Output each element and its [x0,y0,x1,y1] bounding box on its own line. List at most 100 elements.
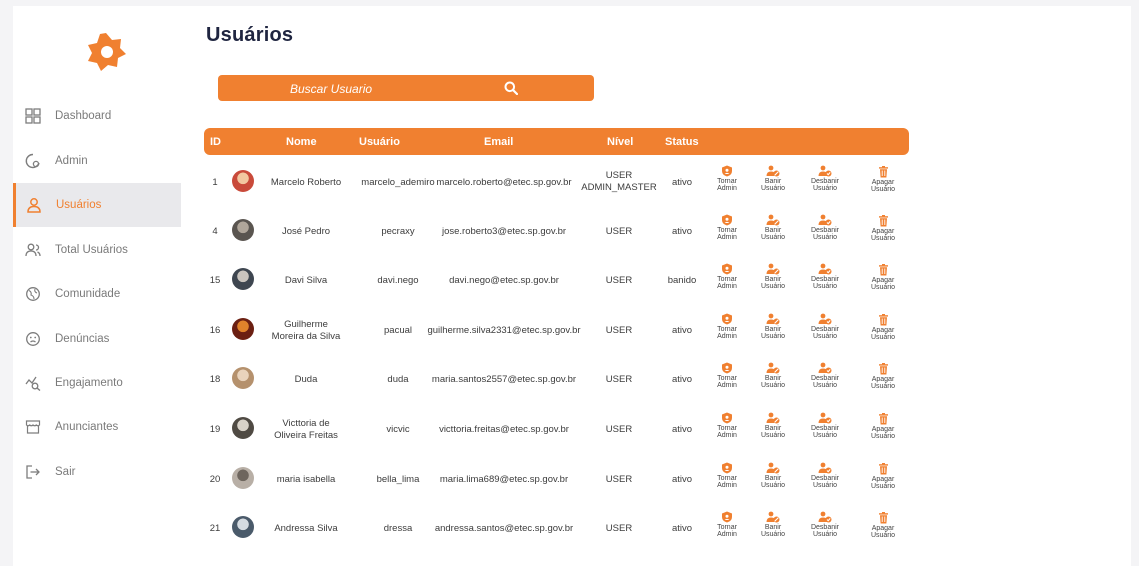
ban-user-button[interactable]: Banir Usuário [753,165,793,193]
logout-icon [25,464,41,480]
delete-user-button[interactable]: Apagar Usuário [863,512,903,540]
action-label: Banir [764,326,782,333]
action-label: Admin [717,531,737,539]
make-admin-icon [707,412,747,424]
action-label: Desbanir [810,524,839,531]
user-icon [26,197,42,213]
make-admin-icon [707,313,747,325]
action-label: Admin [717,432,737,440]
make-admin-icon [707,165,747,177]
sidebar-item-comunidade[interactable]: Comunidade [13,272,181,316]
action-label: Banir [764,475,782,482]
trash-icon [863,166,903,178]
cell-email: andressa.santos@etec.sp.gov.br [434,523,574,534]
make-admin-button[interactable]: Tornar Admin [707,313,747,341]
action-label: Usuário [760,234,786,242]
line: José Pedro [281,226,331,237]
sidebar-item-sair[interactable]: Sair [13,450,181,494]
ban-user-button[interactable]: Banir Usuário [753,362,793,390]
cell-nome: José Pedro [262,226,350,238]
action-label: Usuário [760,382,786,390]
sidebar-item-total-usu-rios[interactable]: Total Usuários [13,228,181,272]
unban-user-button[interactable]: Desbanir Usuário [805,362,845,390]
sidebar-item-engajamento[interactable]: Engajamento [13,361,181,405]
cell-nome: Andressa Silva [262,523,350,535]
delete-user-button[interactable]: Apagar Usuário [863,413,903,441]
action-label: Tornar [717,425,737,432]
ban-user-button[interactable]: Banir Usuário [753,511,793,539]
action-label: Usuário [760,333,786,341]
ban-user-button[interactable]: Banir Usuário [753,214,793,242]
unban-user-button[interactable]: Desbanir Usuário [805,263,845,291]
header-nome: Nome [286,136,317,148]
action-label: Banir [764,227,782,234]
sidebar-item-admin[interactable]: Admin [13,139,181,183]
sidebar-item-label: Denúncias [55,333,110,345]
sidebar-item-label: Admin [55,155,88,167]
sidebar-item-label: Comunidade [55,288,121,300]
cell-nivel: USER [574,424,664,436]
delete-user-button[interactable]: Apagar Usuário [863,264,903,292]
make-admin-button[interactable]: Tornar Admin [707,511,747,539]
cell-status: ativo [671,325,693,336]
ban-user-icon [753,165,793,177]
cell-nivel: USER [574,523,664,535]
unban-user-button[interactable]: Desbanir Usuário [805,511,845,539]
make-admin-button[interactable]: Tornar Admin [707,362,747,390]
make-admin-button[interactable]: Tornar Admin [707,165,747,193]
line: USER [605,325,633,336]
ban-user-button[interactable]: Banir Usuário [753,462,793,490]
cell-id: 1 [212,177,218,188]
action-label: Usuário [870,433,896,441]
ban-user-icon [753,214,793,226]
page-title: Usuários [206,24,294,46]
make-admin-icon [707,214,747,226]
sidebar-item-den-ncias[interactable]: Denúncias [13,317,181,361]
unban-user-button[interactable]: Desbanir Usuário [805,313,845,341]
action-label: Banir [764,276,782,283]
action-label: Apagar [871,476,895,483]
sidebar-item-dashboard[interactable]: Dashboard [13,94,181,138]
unban-user-button[interactable]: Desbanir Usuário [805,462,845,490]
ban-user-button[interactable]: Banir Usuário [753,412,793,440]
action-label: Desbanir [810,375,839,382]
action-label: Tornar [717,524,737,531]
cell-nivel: USER [574,226,664,238]
line: USER [605,374,633,385]
search-input[interactable]: Buscar Usuario [290,82,372,96]
unban-user-button[interactable]: Desbanir Usuário [805,214,845,242]
header-status: Status [665,136,699,148]
action-label: Desbanir [810,227,839,234]
table-row: 4 José Pedro pecraxy jose.roberto3@etec.sp.… [204,209,909,253]
make-admin-button[interactable]: Tornar Admin [707,462,747,490]
delete-user-button[interactable]: Apagar Usuário [863,166,903,194]
avatar [232,268,254,290]
make-admin-button[interactable]: Tornar Admin [707,214,747,242]
action-label: Apagar [871,228,895,235]
cell-nome: Duda [262,374,350,386]
make-admin-button[interactable]: Tornar Admin [707,412,747,440]
search-bar[interactable]: Buscar Usuario [218,75,594,101]
ban-user-icon [753,511,793,523]
delete-user-button[interactable]: Apagar Usuário [863,215,903,243]
action-label: Usuário [870,284,896,292]
sidebar-item-usu-rios[interactable]: Usuários [13,183,181,227]
unban-user-icon [805,511,845,523]
delete-user-button[interactable]: Apagar Usuário [863,314,903,342]
action-label: Usuário [870,383,896,391]
line: Moreira da Silva [271,331,341,343]
action-label: Tornar [717,227,737,234]
line: USER [605,523,633,534]
engagement-chart-icon [25,375,41,391]
ban-user-button[interactable]: Banir Usuário [753,263,793,291]
ban-user-button[interactable]: Banir Usuário [753,313,793,341]
delete-user-button[interactable]: Apagar Usuário [863,463,903,491]
delete-user-button[interactable]: Apagar Usuário [863,363,903,391]
cell-email: guilherme.silva2331@etec.sp.gov.br [427,325,581,336]
unban-user-button[interactable]: Desbanir Usuário [805,165,845,193]
make-admin-button[interactable]: Tornar Admin [707,263,747,291]
unban-user-button[interactable]: Desbanir Usuário [805,412,845,440]
sidebar-item-anunciantes[interactable]: Anunciantes [13,405,181,449]
search-icon[interactable] [504,81,518,95]
cell-status: ativo [671,177,693,188]
